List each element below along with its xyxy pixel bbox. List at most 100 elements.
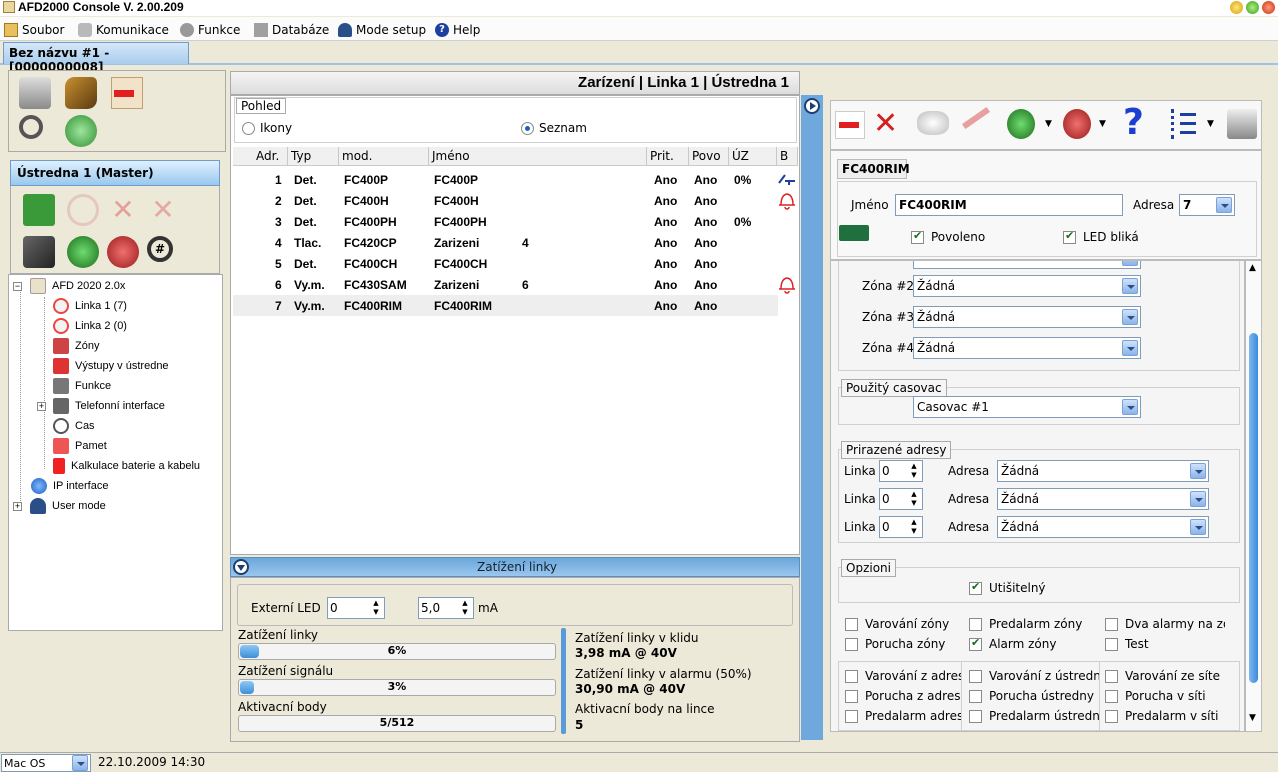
ext-led-spinner[interactable]: 0 ▲ ▼ bbox=[327, 597, 385, 619]
table-row[interactable]: 3 Det. FC400PH FC400PH Ano Ano 0% bbox=[233, 211, 778, 232]
dropdown-arrow-icon[interactable] bbox=[1122, 309, 1138, 325]
detector-icon[interactable] bbox=[917, 111, 949, 135]
dropdown-arrow-icon[interactable]: ▼ bbox=[1099, 119, 1106, 129]
spinner-arrows[interactable]: ▲ ▼ bbox=[907, 518, 921, 536]
tree-node-root[interactable]: − AFD 2020 2.0x bbox=[13, 277, 125, 295]
spinner-arrows[interactable]: ▲ ▼ bbox=[458, 599, 472, 617]
zone-select[interactable]: Žádná bbox=[913, 306, 1141, 328]
option-checkbox[interactable] bbox=[969, 670, 982, 683]
menu-help[interactable]: ? Help bbox=[435, 21, 480, 39]
scrollbar-thumb[interactable] bbox=[1249, 333, 1258, 683]
dropdown-arrow-icon[interactable] bbox=[1122, 278, 1138, 294]
menu-mode-setup[interactable]: Mode setup bbox=[338, 21, 426, 39]
tree-item-linka-2[interactable]: Linka 2 (0) bbox=[53, 317, 127, 335]
spinner-arrows[interactable]: ▲ ▼ bbox=[907, 490, 921, 508]
option-checkbox[interactable] bbox=[1105, 638, 1118, 651]
delete-line-icon[interactable]: ✕ bbox=[107, 194, 139, 226]
collapse-right-button[interactable] bbox=[804, 98, 820, 114]
dropdown-arrow-icon[interactable] bbox=[1122, 261, 1138, 266]
tree-item-linka-1[interactable]: Linka 1 (7) bbox=[53, 297, 127, 315]
dropdown-arrow-icon[interactable] bbox=[1122, 340, 1138, 356]
tree-item-vystupy[interactable]: Výstupy v ústredne bbox=[53, 357, 169, 375]
circuit-board-icon[interactable] bbox=[23, 194, 55, 226]
delete-icon[interactable]: ✕ bbox=[147, 194, 179, 226]
menu-soubor[interactable]: Soubor bbox=[4, 21, 64, 39]
table-row[interactable]: 2 Det. FC400H FC400H Ano Ano bbox=[233, 190, 778, 211]
menu-komunikace[interactable]: Komunikace bbox=[78, 21, 169, 39]
panel-splitter[interactable] bbox=[801, 95, 823, 740]
column-header[interactable]: Typ bbox=[288, 147, 339, 166]
table-row[interactable]: 1 Det. FC400P FC400P Ano Ano 0% bbox=[233, 169, 778, 190]
option-checkbox[interactable] bbox=[1105, 670, 1118, 683]
column-header[interactable]: mod. bbox=[339, 147, 429, 166]
column-header[interactable]: Adr. bbox=[253, 147, 288, 166]
export-icon[interactable] bbox=[111, 77, 143, 109]
collapse-down-button[interactable] bbox=[233, 559, 249, 575]
led-blink-checkbox[interactable] bbox=[1063, 229, 1076, 244]
spinner-arrows[interactable]: ▲ ▼ bbox=[907, 462, 921, 480]
option-checkbox[interactable] bbox=[1105, 618, 1118, 631]
address-select[interactable]: 7 bbox=[1179, 194, 1235, 216]
option-checkbox[interactable] bbox=[969, 710, 982, 723]
option-checkbox[interactable] bbox=[845, 618, 858, 631]
option-checkbox[interactable] bbox=[845, 710, 858, 723]
option-checkbox[interactable] bbox=[1105, 710, 1118, 723]
tree-item-ip[interactable]: IP interface bbox=[31, 477, 108, 495]
vertical-scrollbar[interactable]: ▲ ▼ bbox=[1245, 260, 1262, 732]
menu-databaze[interactable]: Databáze bbox=[254, 21, 329, 39]
dropdown-arrow-icon[interactable]: ▼ bbox=[1207, 119, 1214, 129]
option-checkbox[interactable] bbox=[969, 690, 982, 703]
search-icon[interactable] bbox=[19, 115, 43, 139]
option-checkbox[interactable] bbox=[1105, 690, 1118, 703]
checklist-icon[interactable] bbox=[1171, 109, 1197, 139]
document-tab[interactable]: Bez názvu #1 - [0000000008] bbox=[3, 42, 189, 74]
silent-checkbox[interactable] bbox=[969, 580, 982, 595]
zone-1-select[interactable] bbox=[913, 261, 1141, 269]
tools-icon[interactable] bbox=[65, 77, 97, 109]
tree-item-kalkulace[interactable]: Kalkulace baterie a kabelu bbox=[53, 457, 200, 475]
dropdown-arrow-icon[interactable] bbox=[1122, 399, 1138, 415]
dropdown-arrow-icon[interactable] bbox=[1190, 519, 1206, 535]
ma-spinner[interactable]: 5,0 ▲ ▼ bbox=[418, 597, 474, 619]
linka-spinner[interactable]: 0 ▲ ▼ bbox=[879, 516, 923, 538]
column-header[interactable]: ÚZ bbox=[729, 147, 777, 166]
os-select[interactable]: Mac OS bbox=[1, 754, 91, 772]
tree-item-telefon[interactable]: + Telefonní interface bbox=[37, 397, 165, 415]
option-checkbox[interactable] bbox=[969, 618, 982, 631]
dropdown-arrow-icon[interactable] bbox=[1190, 463, 1206, 479]
scroll-down-arrow-icon[interactable]: ▼ bbox=[1249, 713, 1256, 723]
enabled-checkbox[interactable] bbox=[911, 229, 924, 244]
table-row[interactable]: 4 Tlac. FC420CP Zarizeni 4 Ano Ano bbox=[233, 232, 778, 253]
adresa-select[interactable]: Žádná bbox=[997, 488, 1209, 510]
probe-icon[interactable] bbox=[961, 106, 991, 130]
table-row[interactable]: 5 Det. FC400CH FC400CH Ano Ano bbox=[233, 253, 778, 274]
scroll-up-arrow-icon[interactable]: ▲ bbox=[1249, 263, 1256, 273]
timer-select[interactable]: Casovac #1 bbox=[913, 396, 1141, 418]
tree-item-user[interactable]: + User mode bbox=[13, 497, 106, 515]
dropdown-arrow-icon[interactable] bbox=[1190, 491, 1206, 507]
export-button[interactable] bbox=[835, 111, 865, 139]
find-address-icon[interactable]: # bbox=[147, 236, 173, 262]
column-header[interactable]: B bbox=[777, 147, 798, 166]
dropdown-arrow-icon[interactable]: ▼ bbox=[1045, 119, 1052, 129]
help-button[interactable]: ? bbox=[1123, 103, 1144, 143]
zone-select[interactable]: Žádná bbox=[913, 275, 1141, 297]
option-checkbox[interactable] bbox=[969, 636, 982, 651]
dropdown-arrow-icon[interactable] bbox=[72, 755, 88, 771]
spinner-arrows[interactable]: ▲ ▼ bbox=[369, 599, 383, 617]
name-input[interactable]: FC400RIM bbox=[895, 194, 1123, 216]
delete-button[interactable]: ✕ bbox=[873, 107, 898, 141]
table-row[interactable]: 6 Vy.m. FC430SAM Zarizeni 6 Ano Ano bbox=[233, 274, 778, 295]
zone-select[interactable]: Žádná bbox=[913, 337, 1141, 359]
option-checkbox[interactable] bbox=[845, 638, 858, 651]
linka-spinner[interactable]: 0 ▲ ▼ bbox=[879, 488, 923, 510]
option-checkbox[interactable] bbox=[845, 670, 858, 683]
column-header[interactable]: Povo bbox=[689, 147, 729, 166]
minimize-button[interactable] bbox=[1230, 1, 1243, 14]
export-device-button[interactable] bbox=[1063, 109, 1091, 139]
dropdown-arrow-icon[interactable] bbox=[1216, 197, 1232, 213]
option-checkbox[interactable] bbox=[845, 690, 858, 703]
export-device-icon[interactable] bbox=[107, 236, 139, 268]
refresh-icon[interactable] bbox=[65, 115, 97, 147]
tree-item-zony[interactable]: Zóny bbox=[53, 337, 99, 355]
